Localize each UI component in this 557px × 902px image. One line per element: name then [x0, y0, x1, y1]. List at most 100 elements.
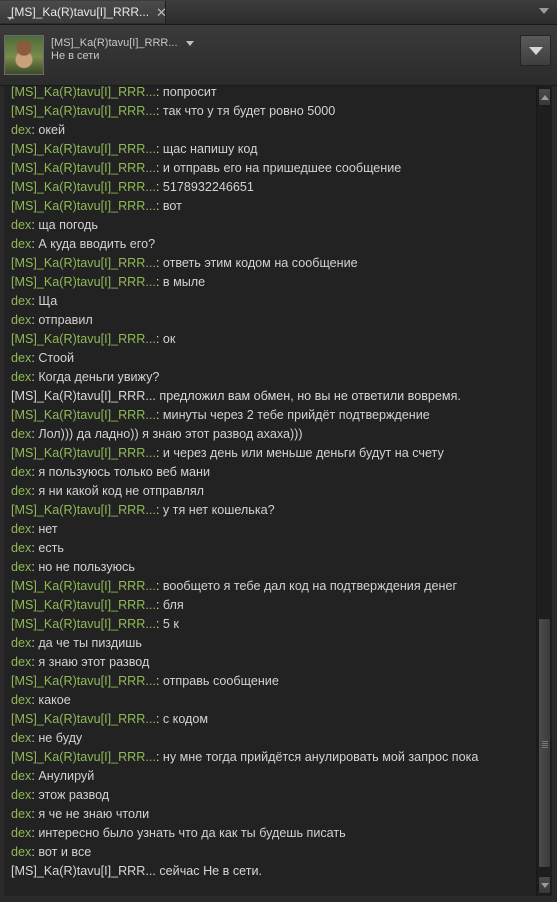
chat-message: [MS]_Ka(R)tavu[I]_RRR...: и через день и…: [11, 444, 444, 463]
message-text: вообщето я тебе дал код на подтверждения…: [162, 579, 458, 593]
message-text: какое: [38, 693, 71, 707]
message-text: так что у тя будет ровно 5000: [162, 104, 336, 118]
message-separator: :: [155, 104, 163, 118]
message-sender: [MS]_Ka(R)tavu[I]_RRR...: [11, 104, 156, 118]
message-text: ответь этим кодом на сообщение: [162, 256, 358, 270]
message-text: с кодом: [162, 712, 209, 726]
message-sender: dex: [11, 731, 32, 745]
chevron-down-icon: [185, 40, 194, 46]
message-text: нет: [38, 522, 58, 536]
window-bottom-edge: [0, 896, 557, 902]
chat-message: dex: ща погодь: [11, 216, 98, 235]
avatar[interactable]: [4, 35, 44, 75]
chat-message: dex: какое: [11, 691, 71, 710]
message-separator: :: [155, 579, 163, 593]
message-text: интересно было узнать что да как ты буде…: [38, 826, 346, 840]
message-text: отправил: [38, 313, 93, 327]
scroll-up-button[interactable]: [538, 88, 551, 106]
chat-message: dex: есть: [11, 539, 64, 558]
friend-name-dropdown[interactable]: [MS]_Ka(R)tavu[I]_RRR...: [51, 37, 194, 49]
chat-message: [MS]_Ka(R)tavu[I]_RRR...: вообщето я теб…: [11, 577, 457, 596]
window-menu-icon[interactable]: [539, 8, 549, 14]
chat-scrollbar[interactable]: [536, 86, 552, 896]
message-separator: :: [155, 712, 163, 726]
chat-message: dex: я ни какой код не отправлял: [11, 482, 204, 501]
message-text: есть: [38, 541, 64, 555]
tab-title: [MS]_Ka(R)tavu[I]_RRR...: [11, 5, 150, 19]
message-separator: :: [155, 86, 163, 99]
message-sender: [MS]_Ka(R)tavu[I]_RRR...: [11, 674, 156, 688]
scroll-down-button[interactable]: [538, 876, 551, 894]
chat-message: dex: этож развод: [11, 786, 109, 805]
message-separator: :: [155, 332, 163, 346]
chat-message: [MS]_Ka(R)tavu[I]_RRR...: и отправь его …: [11, 159, 401, 178]
friend-status: Не в сети: [51, 50, 100, 62]
chat-message: [MS]_Ka(R)tavu[I]_RRR...: минуты через 2…: [11, 406, 430, 425]
message-separator: :: [155, 750, 163, 764]
chat-message: dex: я знаю этот развод: [11, 653, 149, 672]
message-sender: dex: [11, 636, 32, 650]
chat-message: [MS]_Ka(R)tavu[I]_RRR...: попросит: [11, 86, 217, 102]
message-text: Когда деньги увижу?: [38, 370, 160, 384]
message-sender: dex: [11, 484, 32, 498]
message-sender: [MS]_Ka(R)tavu[I]_RRR...: [11, 579, 156, 593]
chat-message: [MS]_Ka(R)tavu[I]_RRR...: в мыле: [11, 273, 205, 292]
title-bar: [MS]_Ka(R)tavu[I]_RRR... ✕: [0, 0, 557, 25]
close-tab-icon[interactable]: ✕: [156, 6, 167, 19]
message-sender: [MS]_Ka(R)tavu[I]_RRR...: [11, 389, 156, 403]
message-text: и через день или меньше деньги будут на …: [162, 446, 444, 460]
message-text: А куда вводить его?: [38, 237, 156, 251]
message-separator: :: [155, 161, 163, 175]
message-separator: :: [155, 598, 163, 612]
friend-header: [MS]_Ka(R)tavu[I]_RRR... Не в сети: [0, 25, 557, 86]
message-sender: [MS]_Ka(R)tavu[I]_RRR...: [11, 408, 156, 422]
message-separator: :: [155, 199, 163, 213]
chat-tab[interactable]: [MS]_Ka(R)tavu[I]_RRR... ✕: [0, 1, 167, 23]
message-text: этож развод: [38, 788, 110, 802]
message-sender: [MS]_Ka(R)tavu[I]_RRR...: [11, 199, 156, 213]
options-button[interactable]: [520, 35, 551, 66]
chat-message: [MS]_Ka(R)tavu[I]_RRR...: ответь этим ко…: [11, 254, 358, 273]
chat-message: [MS]_Ka(R)tavu[I]_RRR...: бля: [11, 596, 184, 615]
message-sender: dex: [11, 788, 32, 802]
message-text: Лол))) да ладно)) я знаю этот развод аха…: [38, 427, 303, 441]
chat-message: dex: нет: [11, 520, 58, 539]
message-text: Ща: [38, 294, 58, 308]
message-sender: [MS]_Ka(R)tavu[I]_RRR...: [11, 86, 156, 99]
message-text: щас напишу код: [162, 142, 258, 156]
message-sender: dex: [11, 826, 32, 840]
message-sender: [MS]_Ka(R)tavu[I]_RRR...: [11, 712, 156, 726]
message-text: минуты через 2 тебе прийдёт подтверждени…: [162, 408, 430, 422]
message-sender: dex: [11, 313, 32, 327]
message-text: Стоой: [38, 351, 75, 365]
chat-message: [MS]_Ka(R)tavu[I]_RRR...: вот: [11, 197, 182, 216]
friend-name: [MS]_Ka(R)tavu[I]_RRR...: [51, 37, 178, 49]
message-text: и отправь его на пришедшее сообщение: [162, 161, 402, 175]
message-sender: [MS]_Ka(R)tavu[I]_RRR...: [11, 864, 156, 878]
message-separator: :: [155, 446, 163, 460]
message-sender: dex: [11, 294, 32, 308]
message-text: в мыле: [162, 275, 206, 289]
message-sender: [MS]_Ka(R)tavu[I]_RRR...: [11, 750, 156, 764]
message-sender: dex: [11, 218, 32, 232]
message-separator: :: [155, 408, 163, 422]
message-text: вот и все: [38, 845, 92, 859]
message-text: отправь сообщение: [162, 674, 279, 688]
grip-icon: [542, 741, 548, 742]
chat-message: [MS]_Ka(R)tavu[I]_RRR...: щас напишу код: [11, 140, 257, 159]
message-text: я пользуюсь только веб мани: [38, 465, 211, 479]
chat-message: dex: отправил: [11, 311, 93, 330]
message-text: ща погодь: [38, 218, 98, 232]
message-text: Анулируй: [38, 769, 95, 783]
message-sender: dex: [11, 693, 32, 707]
message-separator: :: [155, 275, 163, 289]
message-sender: [MS]_Ka(R)tavu[I]_RRR...: [11, 332, 156, 346]
message-sender: dex: [11, 655, 32, 669]
chat-message: dex: окей: [11, 121, 65, 140]
message-separator: :: [155, 142, 163, 156]
message-sender: dex: [11, 351, 32, 365]
message-text: предложил вам обмен, но вы не ответили в…: [159, 389, 461, 403]
message-text: ну мне тогда прийдётся анулировать мой з…: [162, 750, 479, 764]
chevron-down-icon: [529, 47, 543, 55]
scroll-thumb[interactable]: [538, 618, 551, 868]
